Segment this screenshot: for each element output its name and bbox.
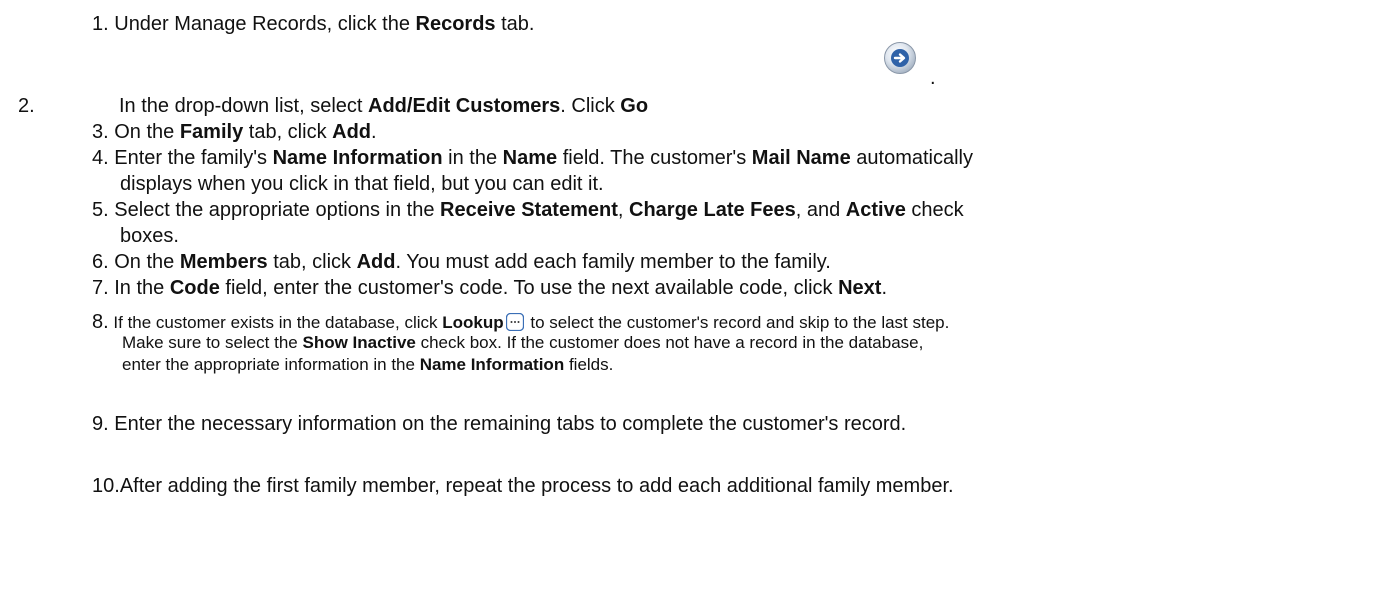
step-text: field, enter the customer's code. To use… (219, 277, 839, 299)
active-label: Active (845, 199, 906, 221)
step-9: 9. Enter the necessary information on th… (92, 412, 906, 437)
step-text: in the (442, 147, 503, 169)
step-4: 4. Enter the family's Name Information i… (92, 146, 973, 171)
records-tab-label: Records (415, 13, 496, 35)
step-text: enter the appropriate information in the (122, 355, 420, 374)
step-text: Under Manage Records, click the (108, 13, 416, 35)
step-text: fields. (564, 355, 614, 374)
step-text: automatically (850, 147, 973, 169)
step-number: 8. (92, 311, 109, 333)
step-text: to select the customer's record and skip… (525, 313, 950, 332)
step-text: If the customer exists in the database, … (108, 313, 443, 332)
add-label: Add (332, 121, 372, 143)
step-4-continued: displays when you click in that field, b… (120, 173, 604, 195)
step-text: Select the appropriate options in the (108, 199, 441, 221)
charge-late-fees-label: Charge Late Fees (629, 199, 796, 221)
step-8-line-2: Make sure to select the Show Inactive ch… (122, 332, 923, 354)
lookup-label: Lookup (442, 313, 504, 332)
step-2: In the drop-down list, select Add/Edit C… (119, 94, 648, 119)
step-text: . (881, 277, 887, 299)
step-text: On the (108, 251, 180, 273)
step-number: 5. (92, 199, 109, 221)
step-7: 7. In the Code field, enter the customer… (92, 276, 887, 301)
step-3: 3. On the Family tab, click Add. (92, 120, 377, 145)
step-text: , (617, 199, 630, 221)
step-5: 5. Select the appropriate options in the… (92, 198, 964, 223)
step-number: 9. (92, 413, 109, 435)
step-text: . (371, 121, 377, 143)
family-tab-label: Family (179, 121, 244, 143)
step-text: . Click (560, 95, 621, 117)
show-inactive-label: Show Inactive (302, 333, 416, 352)
name-information-label: Name Information (272, 147, 443, 169)
name-field-label: Name (502, 147, 558, 169)
add-label: Add (356, 251, 396, 273)
step-text: Make sure to select the (122, 333, 303, 352)
step-5-continued: boxes. (120, 225, 179, 247)
step-number: 10. (92, 475, 120, 497)
step-10: 10.After adding the first family member,… (92, 474, 954, 499)
step-text: check (905, 199, 964, 221)
add-edit-customers-label: Add/Edit Customers (368, 95, 561, 117)
step-text: field. The customer's (557, 147, 752, 169)
step-text: In the drop-down list, select (119, 95, 369, 117)
step-text: After adding the first family member, re… (119, 475, 954, 497)
step-text: tab, click (267, 251, 357, 273)
step-number: 7. (92, 277, 109, 299)
go-label: Go (620, 95, 649, 117)
step-number: 6. (92, 251, 109, 273)
period: . (930, 67, 936, 89)
step-8-line-3: enter the appropriate information in the… (122, 354, 613, 376)
step-text: Enter the family's (108, 147, 273, 169)
step-number: 1. (92, 13, 109, 35)
step-number: 3. (92, 121, 109, 143)
step-number: 2. (18, 95, 35, 117)
receive-statement-label: Receive Statement (440, 199, 618, 221)
code-field-label: Code (169, 277, 220, 299)
step-number: 4. (92, 147, 109, 169)
step-text: check box. If the customer does not have… (415, 333, 924, 352)
step-text: . You must add each family member to the… (395, 251, 831, 273)
step-text: Enter the necessary information on the r… (108, 413, 907, 435)
name-information-label: Name Information (419, 355, 565, 374)
lookup-ellipsis-icon (505, 313, 524, 331)
step-text: On the (108, 121, 180, 143)
step-text: In the (108, 277, 170, 299)
step-text: tab, click (243, 121, 333, 143)
step-1: 1. Under Manage Records, click the Recor… (92, 12, 534, 37)
step-6: 6. On the Members tab, click Add. You mu… (92, 250, 831, 275)
go-arrow-icon (884, 42, 916, 74)
members-tab-label: Members (179, 251, 268, 273)
next-label: Next (838, 277, 882, 299)
step-text: , and (795, 199, 846, 221)
mail-name-label: Mail Name (751, 147, 851, 169)
step-text: tab. (495, 13, 535, 35)
